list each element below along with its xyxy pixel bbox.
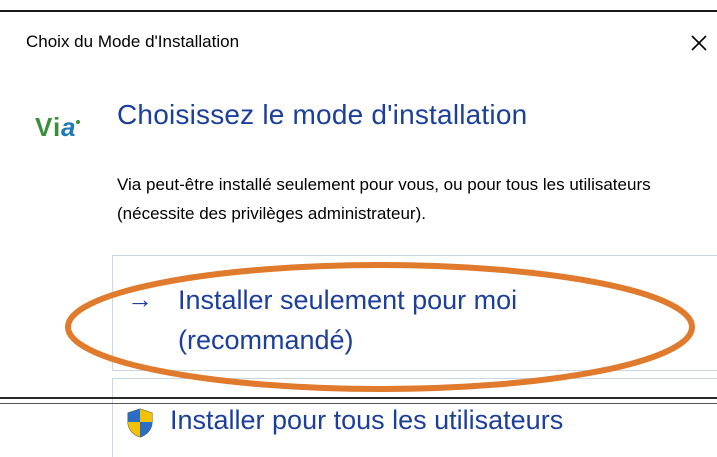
installer-dialog: Choix du Mode d'Installation V i a Chois… <box>0 0 717 457</box>
svg-text:V: V <box>35 112 53 142</box>
uac-shield-icon <box>125 407 155 439</box>
description-text: Via peut-être installé seulement pour vo… <box>117 175 651 223</box>
close-icon <box>691 35 707 51</box>
window-top-border <box>0 10 717 12</box>
dialog-title: Choix du Mode d'Installation <box>26 32 240 51</box>
screenshot-cut-line <box>0 397 717 399</box>
install-for-me-label[interactable]: Installer seulement pour moi (recommandé… <box>178 280 678 360</box>
via-logo: V i a <box>35 112 110 142</box>
arrow-right-icon: → <box>127 284 153 314</box>
svg-text:i: i <box>53 112 60 142</box>
install-for-all-label[interactable]: Installer pour tous les utilisateurs <box>170 405 563 436</box>
screenshot-cut-line-secondary <box>0 403 717 404</box>
close-button[interactable] <box>684 28 714 58</box>
svg-text:a: a <box>61 112 75 142</box>
page-heading: Choisissez le mode d'installation <box>117 99 528 130</box>
